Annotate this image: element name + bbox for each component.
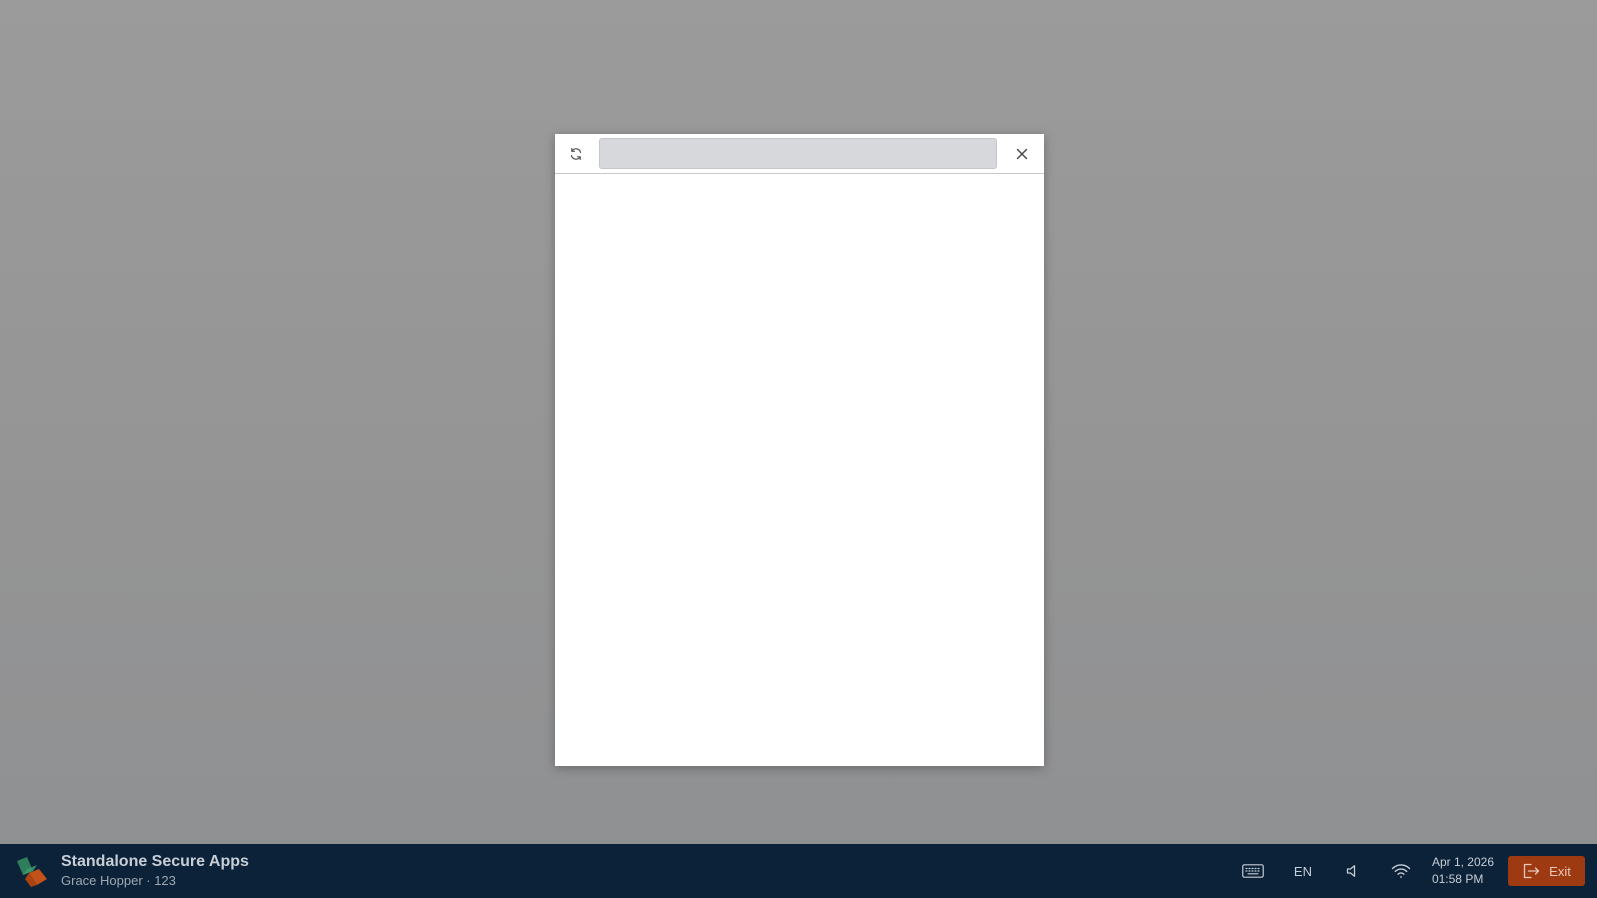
refresh-button[interactable] [565, 143, 587, 165]
close-icon [1016, 148, 1028, 159]
clock-date: Apr 1, 2026 [1431, 855, 1494, 869]
address-input[interactable] [599, 138, 997, 169]
dialog-content-area [555, 174, 1044, 766]
app-logo [17, 857, 47, 887]
wifi-button[interactable] [1388, 853, 1414, 889]
browser-dialog [555, 134, 1044, 766]
app-title: Standalone Secure Apps [61, 853, 249, 870]
clock: Apr 1, 2026 01:58 PM [1432, 854, 1494, 888]
language-button[interactable]: EN [1290, 853, 1316, 889]
wifi-icon [1391, 864, 1411, 878]
volume-icon [1346, 865, 1356, 877]
keyboard-icon [1242, 864, 1264, 878]
clock-time: 01:58 PM [1431, 872, 1484, 886]
exit-icon [1524, 863, 1540, 879]
exit-button[interactable]: Exit [1508, 856, 1585, 886]
close-button[interactable] [1011, 143, 1033, 165]
dialog-toolbar [555, 134, 1044, 174]
taskbar: Standalone Secure Apps Grace Hopper · 12… [0, 844, 1597, 898]
keyboard-button[interactable] [1238, 853, 1268, 889]
exit-label: Exit [1549, 863, 1571, 879]
volume-button[interactable] [1340, 853, 1366, 889]
brand-text: Standalone Secure Apps Grace Hopper · 12… [61, 852, 249, 890]
refresh-icon [570, 147, 582, 160]
user-info: Grace Hopper · 123 [61, 873, 176, 888]
system-tray: EN Apr 1, 2026 01:58 PM Exit [1238, 844, 1597, 898]
language-label: EN [1293, 863, 1312, 879]
